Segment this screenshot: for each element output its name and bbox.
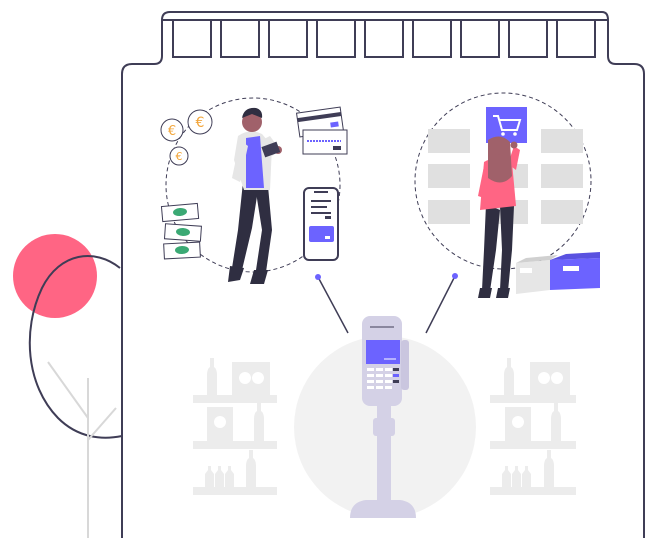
store-illustration: € € € [13, 11, 645, 538]
svg-text:€: € [176, 150, 183, 163]
store-window [268, 19, 308, 58]
credit-cards [295, 106, 348, 155]
store-window [220, 19, 260, 58]
tree-branches [47, 361, 117, 538]
store-window [172, 19, 212, 58]
svg-text:€: € [196, 115, 205, 131]
connector-dot-left [315, 274, 321, 280]
store-window [364, 19, 404, 58]
store-window [460, 19, 500, 58]
terminal-screen [366, 340, 400, 364]
svg-text:€: € [168, 124, 176, 139]
smartphone-icon [303, 187, 339, 261]
box [232, 362, 270, 395]
box [530, 362, 570, 395]
store-windows [172, 19, 596, 58]
connector-dot-right [452, 273, 458, 279]
store-window [412, 19, 452, 58]
tree [13, 234, 123, 538]
store-window [508, 19, 548, 58]
terminal-base [350, 500, 416, 518]
store-window [556, 19, 596, 58]
phone-card [309, 226, 334, 242]
banknotes [160, 202, 202, 260]
delivery-boxes [516, 252, 600, 294]
pink-circle [13, 234, 97, 318]
shopping-cart-tile [486, 107, 527, 143]
store-window [316, 19, 356, 58]
